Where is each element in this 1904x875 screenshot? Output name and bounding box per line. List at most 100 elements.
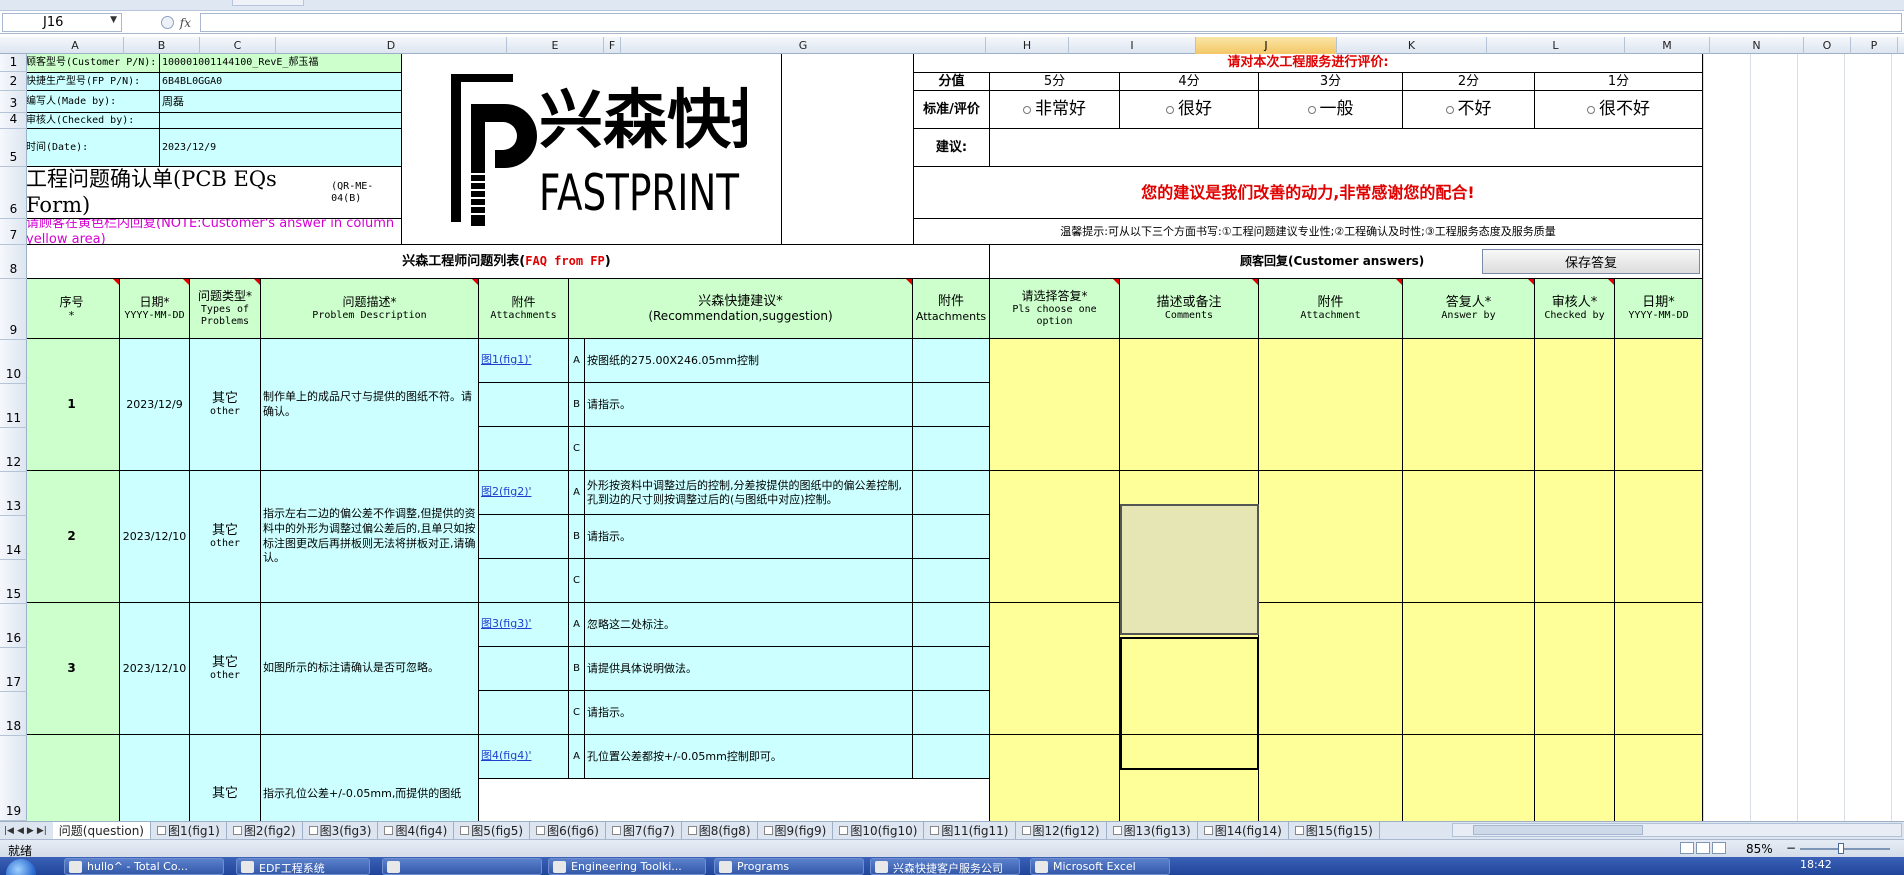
column-header-o[interactable]: O: [1804, 37, 1851, 54]
option-text[interactable]: 请指示。: [584, 690, 913, 735]
column-header-n[interactable]: N: [1710, 37, 1804, 54]
tab-fig15[interactable]: 图15(fig15): [1289, 822, 1380, 839]
zoom-slider-knob[interactable]: [1838, 843, 1844, 854]
tab-fig9[interactable]: 图9(fig9): [758, 822, 834, 839]
option-poor[interactable]: 不好: [1402, 90, 1535, 129]
cust-pn-value[interactable]: 100001001144100_RevE_郝玉福: [159, 54, 402, 73]
tab-fig2[interactable]: 图2(fig2): [227, 822, 303, 839]
tab-fig12[interactable]: 图12(fig12): [1016, 822, 1107, 839]
last-sheet-icon[interactable]: ▶|: [37, 826, 47, 836]
checked-by-value[interactable]: [159, 112, 402, 129]
tab-fig4[interactable]: 图4(fig4): [378, 822, 455, 839]
choose-answer[interactable]: [989, 602, 1120, 735]
option-text[interactable]: 请指示。: [584, 382, 913, 427]
chevron-down-icon[interactable]: ▼: [110, 15, 117, 25]
attachment-reply[interactable]: [1258, 602, 1403, 735]
row-header-8[interactable]: 8: [0, 245, 27, 279]
attachment-h-cell[interactable]: [912, 558, 990, 603]
save-answer-button[interactable]: 保存答复: [1482, 249, 1700, 274]
option-text[interactable]: 请提供具体说明做法。: [584, 646, 913, 691]
choose-answer[interactable]: [989, 470, 1120, 603]
row-header-19[interactable]: 19: [0, 736, 27, 821]
taskbar-item[interactable]: [382, 858, 542, 875]
question-date[interactable]: 2023/12/9: [119, 338, 190, 471]
zoom-slider[interactable]: [1800, 848, 1890, 850]
row-header-14[interactable]: 14: [0, 516, 27, 560]
attachment-cell[interactable]: [478, 426, 569, 471]
checked-by[interactable]: [1534, 470, 1615, 603]
attachment-cell[interactable]: [478, 690, 569, 735]
column-header-k[interactable]: K: [1337, 37, 1487, 54]
attachment-reply[interactable]: [1258, 734, 1403, 821]
reply-date[interactable]: [1614, 602, 1703, 735]
formula-input[interactable]: [200, 13, 1902, 32]
column-header-d[interactable]: D: [276, 37, 507, 54]
reply-date[interactable]: [1614, 338, 1703, 471]
row-header-11[interactable]: 11: [0, 384, 27, 428]
row-header-18[interactable]: 18: [0, 692, 27, 736]
radio-icon[interactable]: [1023, 105, 1031, 114]
column-header-l[interactable]: L: [1487, 37, 1625, 54]
column-header-f[interactable]: F: [604, 37, 621, 54]
name-box[interactable]: J16 ▼: [2, 13, 122, 32]
column-header-c[interactable]: C: [200, 37, 276, 54]
column-header-j[interactable]: J: [1196, 37, 1337, 54]
comments-cell[interactable]: [1119, 338, 1259, 471]
radio-icon[interactable]: [1445, 105, 1454, 114]
tab-fig6[interactable]: 图6(fig6): [530, 822, 606, 839]
row-header-3[interactable]: 3: [0, 91, 27, 113]
figure-link[interactable]: 图2(fig2)': [481, 485, 532, 498]
option-text[interactable]: 外形按资料中调整过后的控制,分差按提供的图纸中的偏公差控制,孔到边的尺寸则按调整…: [584, 470, 913, 515]
option-very-poor[interactable]: 很不好: [1534, 90, 1703, 129]
attachment-h-cell[interactable]: [912, 514, 990, 559]
column-header-b[interactable]: B: [124, 37, 200, 54]
taskbar-item[interactable]: hullo^ - Total Co...: [64, 858, 224, 875]
reply-date[interactable]: [1614, 470, 1703, 603]
attachment-cell[interactable]: [478, 382, 569, 427]
row-header-2[interactable]: 2: [0, 72, 27, 91]
row-header-9[interactable]: 9: [0, 279, 27, 340]
choose-answer[interactable]: [989, 734, 1120, 821]
attachment-cell[interactable]: 图4(fig4)': [478, 734, 569, 779]
horizontal-scrollbar[interactable]: [1452, 823, 1902, 837]
option-good[interactable]: 很好: [1119, 90, 1259, 129]
question-date[interactable]: 2023/12/10: [119, 602, 190, 735]
tab-fig1[interactable]: 图1(fig1): [151, 822, 227, 839]
row-header-13[interactable]: 13: [0, 472, 27, 516]
fp-pn-value[interactable]: 6B4BL0GGA0: [159, 72, 402, 91]
prev-sheet-icon[interactable]: ◀: [17, 826, 24, 836]
comments-cell[interactable]: [1119, 734, 1259, 821]
attachment-reply[interactable]: [1258, 338, 1403, 471]
answer-by[interactable]: [1402, 602, 1535, 735]
answer-by[interactable]: [1402, 338, 1535, 471]
question-date[interactable]: 2023/12/10: [119, 470, 190, 603]
tab-fig3[interactable]: 图3(fig3): [303, 822, 379, 839]
question-type[interactable]: 其它: [189, 734, 261, 821]
answer-by[interactable]: [1402, 734, 1535, 821]
tab-fig5[interactable]: 图5(fig5): [454, 822, 531, 839]
zoom-level[interactable]: 85%: [1746, 842, 1773, 856]
option-text[interactable]: 孔位置公差都按+/-0.05mm控制即可。: [584, 734, 913, 779]
next-sheet-icon[interactable]: ▶: [27, 826, 34, 836]
option-average[interactable]: 一般: [1258, 90, 1403, 129]
attachment-cell[interactable]: 图3(fig3)': [478, 602, 569, 647]
row-header-17[interactable]: 17: [0, 648, 27, 692]
option-text[interactable]: 忽略这二处标注。: [584, 602, 913, 647]
choose-answer[interactable]: [989, 338, 1120, 471]
taskbar-item[interactable]: 兴森快捷客户服务公司: [870, 858, 1020, 875]
attachment-h-cell[interactable]: [912, 470, 990, 515]
attachment-cell[interactable]: 图2(fig2)': [478, 470, 569, 515]
row-header-5[interactable]: 5: [0, 129, 27, 167]
question-description[interactable]: 指示左右二边的偏公差不作调整,但提供的资料中的外形为调整过偏公差后的,且单只如按…: [260, 470, 479, 603]
taskbar-item[interactable]: Engineering Toolki...: [548, 858, 706, 875]
radio-icon[interactable]: [1166, 105, 1174, 114]
suggestion-input[interactable]: [989, 128, 1703, 167]
tab-fig14[interactable]: 图14(fig14): [1198, 822, 1289, 839]
row-header-4[interactable]: 4: [0, 112, 27, 129]
made-by-value[interactable]: 周磊: [159, 90, 402, 113]
column-header-a[interactable]: A: [27, 37, 124, 54]
radio-icon[interactable]: [1587, 105, 1595, 114]
row-header-16[interactable]: 16: [0, 604, 27, 648]
attachment-reply[interactable]: [1258, 470, 1403, 603]
attachment-h-cell[interactable]: [912, 690, 990, 735]
